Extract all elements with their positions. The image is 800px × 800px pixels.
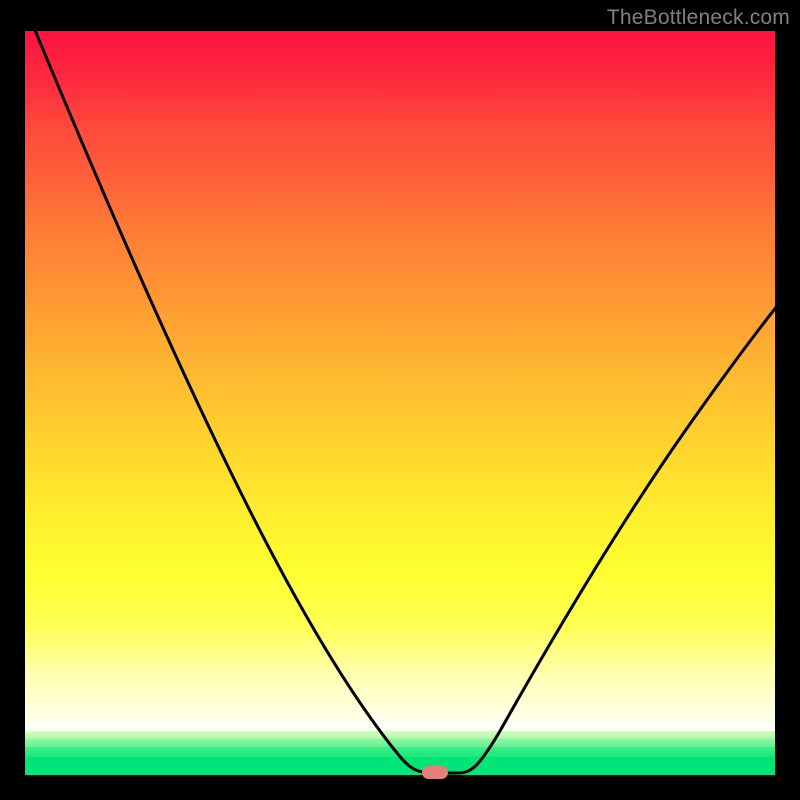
curve-path	[32, 31, 775, 773]
plot-area	[25, 31, 775, 775]
watermark-text: TheBottleneck.com	[607, 6, 790, 30]
chart-frame: TheBottleneck.com	[0, 0, 800, 800]
bottleneck-curve	[25, 31, 775, 775]
optimal-marker	[422, 766, 448, 779]
